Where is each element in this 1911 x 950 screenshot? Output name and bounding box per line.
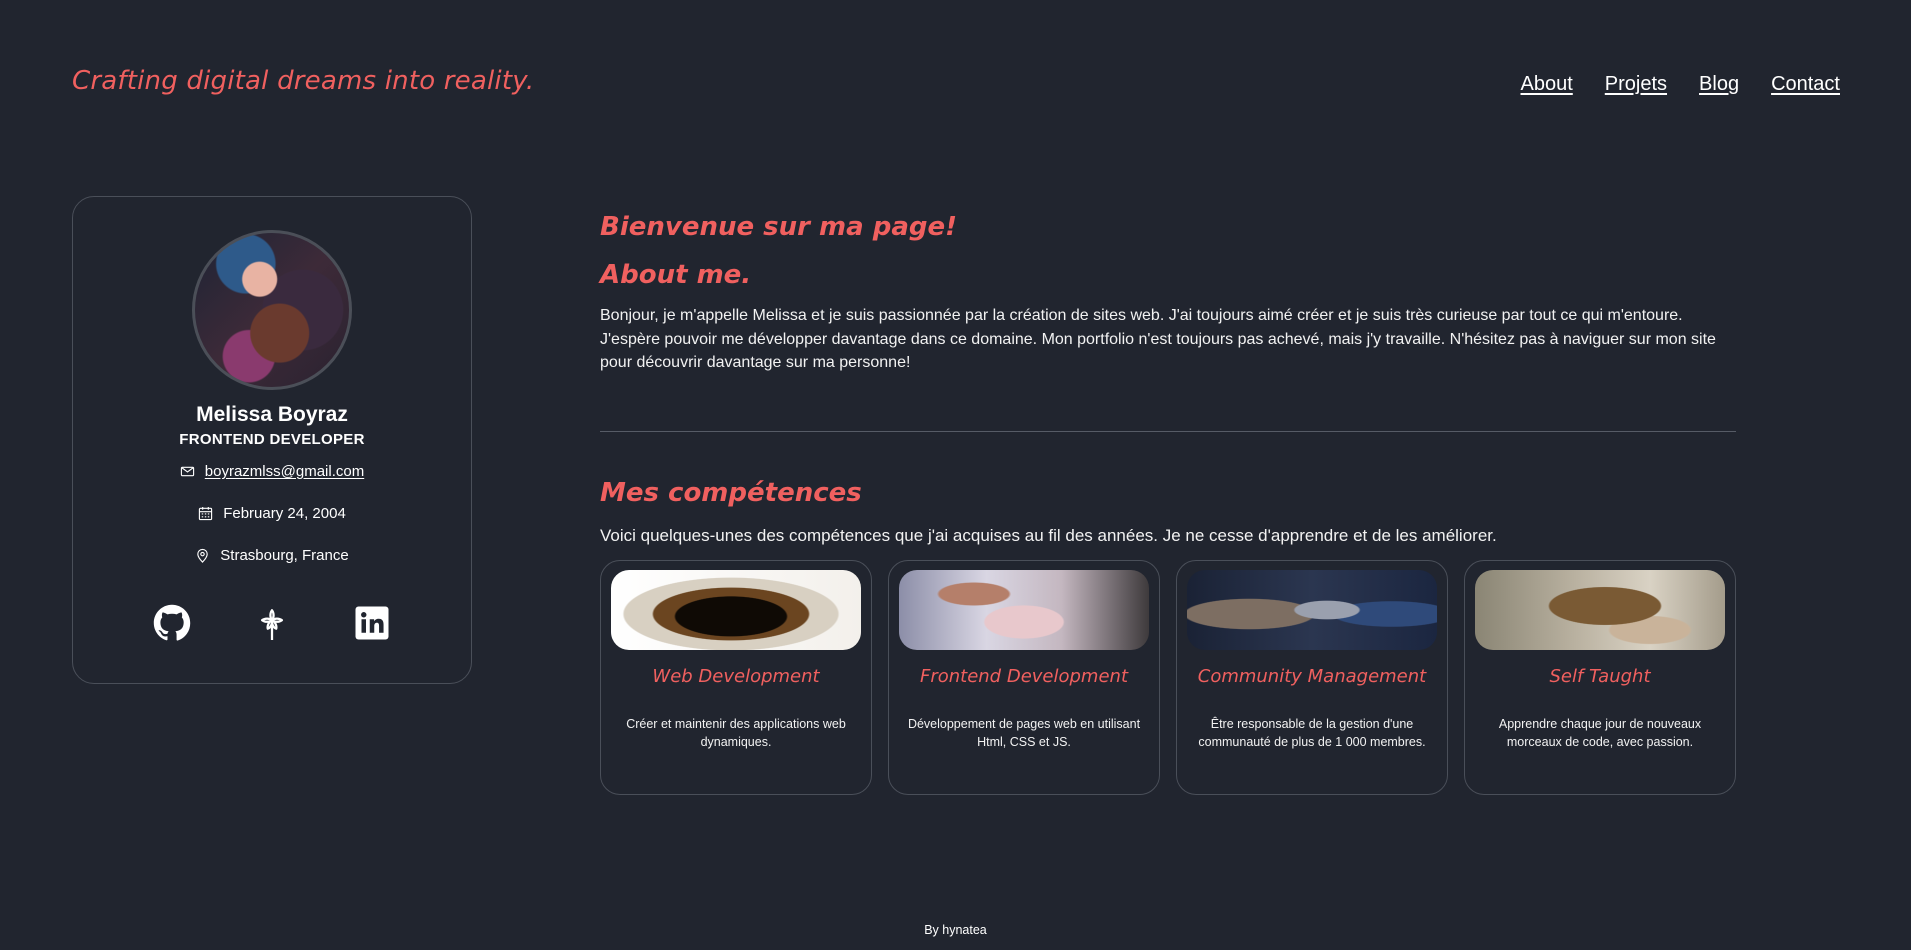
nav-contact-link[interactable]: Contact xyxy=(1771,73,1840,96)
email-link[interactable]: boyrazmlss@gmail.com xyxy=(205,463,364,480)
email-row: boyrazmlss@gmail.com xyxy=(180,463,364,480)
skill-card-web-development: Web Development Créer et maintenir des a… xyxy=(600,559,872,795)
location-text: Strasbourg, France xyxy=(220,547,349,564)
section-divider xyxy=(600,430,1736,432)
flower-icon[interactable] xyxy=(253,604,291,642)
github-icon[interactable] xyxy=(153,604,191,642)
main-nav: About Projets Blog Contact xyxy=(1521,73,1840,96)
skills-heading: Mes compétences xyxy=(600,477,862,508)
nav-about-link[interactable]: About xyxy=(1521,73,1573,96)
profile-card: Melissa Boyraz FRONTEND DEVELOPER boyraz… xyxy=(72,196,472,684)
welcome-heading: Bienvenue sur ma page! xyxy=(600,212,957,242)
location-row: Strasbourg, France xyxy=(195,547,349,564)
nav-blog-link[interactable]: Blog xyxy=(1699,73,1739,96)
nav-projets-link[interactable]: Projets xyxy=(1605,73,1667,96)
skill-card-community-management: Community Management Être responsable de… xyxy=(1176,559,1448,795)
calendar-icon xyxy=(198,506,213,521)
skill-description: Créer et maintenir des applications web … xyxy=(626,716,846,749)
profile-name: Melissa Boyraz xyxy=(196,403,348,426)
main-content: Bienvenue sur ma page! About me. Bonjour… xyxy=(600,212,1736,795)
skill-description: Apprendre chaque jour de nouveaux morcea… xyxy=(1498,716,1702,749)
skill-card-frontend-development: Frontend Development Développement de pa… xyxy=(888,559,1160,795)
skill-title: Frontend Development xyxy=(919,665,1129,687)
skill-title: Self Taught xyxy=(1549,665,1651,687)
baby-photo-image xyxy=(899,569,1149,650)
footer-credit: By hynatea xyxy=(924,923,987,937)
linkedin-icon[interactable] xyxy=(353,604,391,642)
skill-title: Community Management xyxy=(1197,665,1427,687)
skill-description: Développement de pages web en utilisant … xyxy=(907,716,1141,749)
mail-icon xyxy=(180,464,195,479)
site-tagline: Crafting digital dreams into reality. xyxy=(72,66,535,96)
skills-intro: Voici quelques-unes des compétences que … xyxy=(600,525,1497,545)
skills-grid: Web Development Créer et maintenir des a… xyxy=(600,559,1736,795)
old-books-image xyxy=(1475,569,1725,650)
camera-hands-image xyxy=(1187,569,1437,650)
skill-description: Être responsable de la gestion d'une com… xyxy=(1198,716,1426,749)
skill-title: Web Development xyxy=(652,665,820,687)
coffee-cup-image xyxy=(611,569,861,650)
birthdate-text: February 24, 2004 xyxy=(223,505,346,522)
social-links xyxy=(153,604,391,642)
about-text: Bonjour, je m'appelle Melissa et je suis… xyxy=(600,307,1716,371)
about-heading: About me. xyxy=(600,260,752,290)
location-pin-icon xyxy=(195,548,210,563)
avatar xyxy=(192,230,352,390)
profile-role: FRONTEND DEVELOPER xyxy=(179,431,365,448)
skill-card-self-taught: Self Taught Apprendre chaque jour de nou… xyxy=(1464,559,1736,795)
birthdate-row: February 24, 2004 xyxy=(198,505,346,522)
